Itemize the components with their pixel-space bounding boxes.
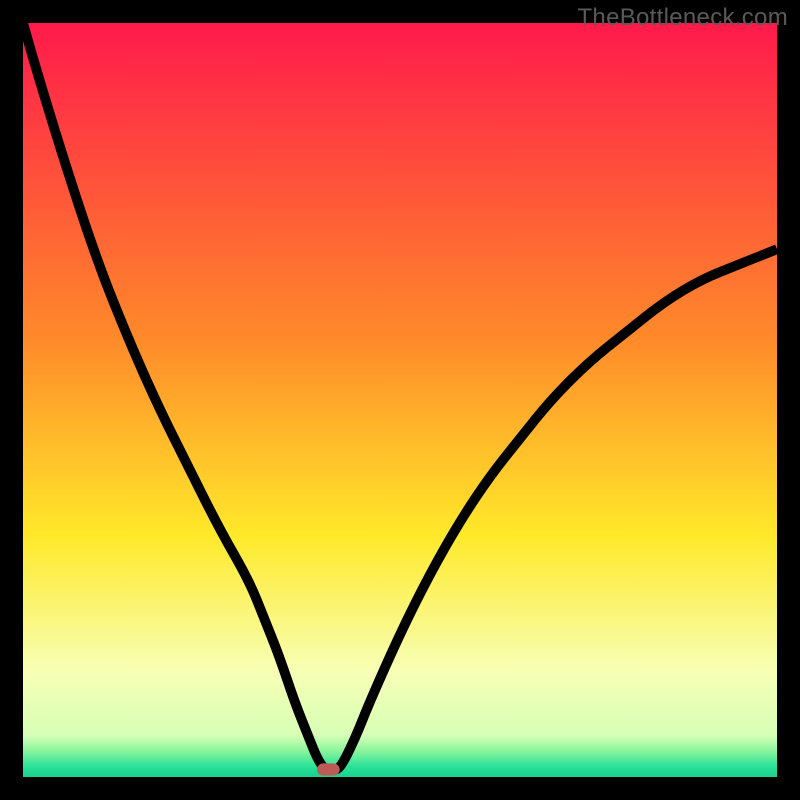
optimal-marker — [317, 763, 340, 775]
chart-frame: TheBottleneck.com — [0, 0, 800, 800]
watermark-text: TheBottleneck.com — [577, 4, 788, 32]
plot-area — [23, 23, 777, 777]
gradient-background — [23, 23, 777, 777]
plot-svg — [23, 23, 777, 777]
